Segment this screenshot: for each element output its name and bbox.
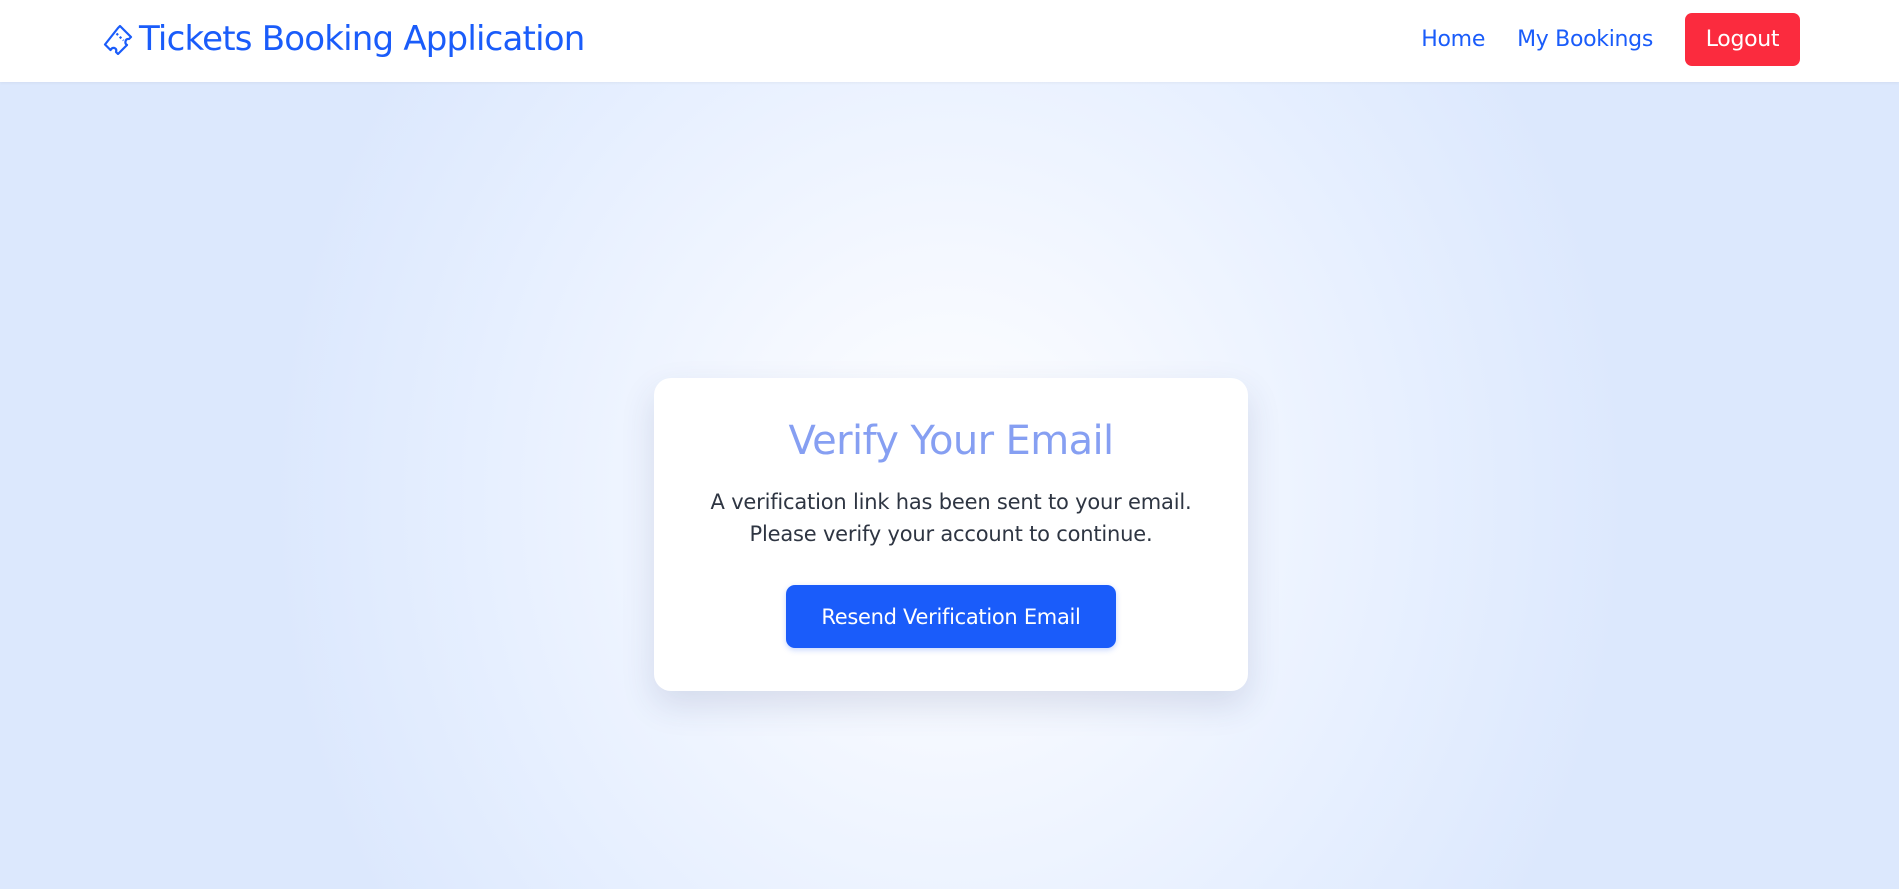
brand-title: Tickets Booking Application <box>139 19 585 59</box>
message-line-1: A verification link has been sent to you… <box>710 490 1192 514</box>
ticket-icon <box>102 23 134 55</box>
nav-links: Home My Bookings Logout <box>1421 13 1800 66</box>
message-line-2: Please verify your account to continue. <box>749 522 1153 546</box>
nav-link-my-bookings[interactable]: My Bookings <box>1517 27 1653 52</box>
brand-link[interactable]: Tickets Booking Application <box>102 18 585 60</box>
nav-link-home[interactable]: Home <box>1421 27 1485 52</box>
resend-verification-button[interactable]: Resend Verification Email <box>786 585 1116 648</box>
card-message: A verification link has been sent to you… <box>654 486 1248 550</box>
card-title: Verify Your Email <box>788 418 1114 464</box>
verify-email-card: Verify Your Email A verification link ha… <box>654 378 1248 691</box>
logout-button[interactable]: Logout <box>1685 13 1800 66</box>
navbar: Tickets Booking Application Home My Book… <box>0 0 1899 82</box>
